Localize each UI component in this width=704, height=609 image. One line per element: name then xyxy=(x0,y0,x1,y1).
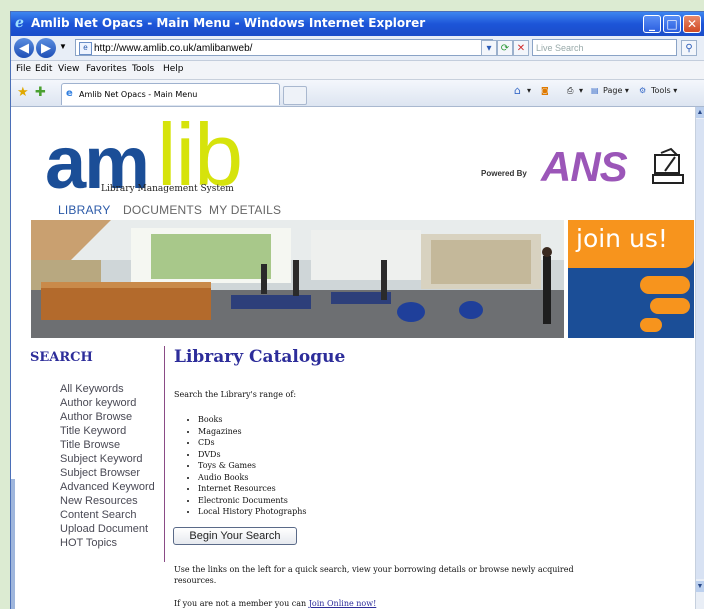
menu-edit[interactable]: Edit xyxy=(35,64,52,74)
scroll-down-arrow-icon[interactable]: ▼ xyxy=(696,581,704,592)
catalogue-heading: Library Catalogue xyxy=(174,347,346,367)
nav-library[interactable]: LIBRARY xyxy=(58,203,111,217)
sidebar-item-title-keyword[interactable]: Title Keyword xyxy=(60,424,155,438)
powered-by: Powered By xyxy=(481,169,527,178)
join-us-panel[interactable]: join us! xyxy=(568,220,694,338)
list-item: Books xyxy=(198,414,307,426)
forward-button[interactable]: ▶ xyxy=(36,38,56,58)
page-icon: e xyxy=(79,42,92,55)
feeds-icon[interactable]: ◙ xyxy=(541,86,549,95)
print-icon[interactable]: ⎙ xyxy=(567,86,573,96)
list-item: Internet Resources xyxy=(198,483,307,495)
tools-menu[interactable]: Tools ▾ xyxy=(651,86,677,95)
library-banner-photo xyxy=(31,220,564,338)
join-us-dot xyxy=(640,318,662,332)
quick-search-note: Use the links on the left for a quick se… xyxy=(174,565,574,585)
tab-main-menu[interactable]: e Amlib Net Opacs - Main Menu xyxy=(61,83,280,105)
address-url: http://www.amlib.co.uk/amlibanweb/ xyxy=(94,43,253,54)
nav-my-details[interactable]: MY DETAILS xyxy=(209,203,281,217)
sidebar-item-subject-keyword[interactable]: Subject Keyword xyxy=(60,452,155,466)
join-online-line: If you are not a member you can Join Onl… xyxy=(174,599,376,608)
ans-logo: ANS xyxy=(541,143,628,190)
resource-list: Books Magazines CDs DVDs Toys & Games Au… xyxy=(187,414,307,518)
sidebar-item-author-browse[interactable]: Author Browse xyxy=(60,410,155,424)
scroll-up-arrow-icon[interactable]: ▲ xyxy=(696,107,704,118)
print-dropdown-icon[interactable]: ▾ xyxy=(579,86,583,95)
sidebar-item-advanced-keyword[interactable]: Advanced Keyword xyxy=(60,480,155,494)
home-dropdown-icon[interactable]: ▾ xyxy=(527,86,531,95)
menu-favorites[interactable]: Favorites xyxy=(86,64,127,74)
page-content: am lib Library Management System Powered… xyxy=(11,107,695,609)
tools-menu-label: Tools xyxy=(651,86,671,95)
page-menu-label: Page xyxy=(603,86,623,95)
list-item: Electronic Documents xyxy=(198,495,307,507)
logo-subtitle: Library Management System xyxy=(101,184,234,194)
menu-help[interactable]: Help xyxy=(163,64,184,74)
join-online-link[interactable]: Join Online now! xyxy=(309,599,377,608)
list-item: Toys & Games xyxy=(198,460,307,472)
close-button[interactable]: ✕ xyxy=(683,15,701,33)
maximize-button[interactable]: □ xyxy=(663,15,681,33)
sidebar-item-content-search[interactable]: Content Search xyxy=(60,508,155,522)
menu-tools[interactable]: Tools xyxy=(132,64,154,74)
address-bar-row: ◀ ▶ ▼ e http://www.amlib.co.uk/amlibanwe… xyxy=(11,36,704,61)
vertical-scrollbar[interactable]: ▲ ▼ xyxy=(695,107,704,609)
begin-search-button[interactable]: Begin Your Search xyxy=(173,527,297,545)
address-input[interactable]: e http://www.amlib.co.uk/amlibanweb/ xyxy=(75,39,493,56)
menu-view[interactable]: View xyxy=(58,64,79,74)
catalogue-intro: Search the Library's range of: xyxy=(174,390,297,399)
refresh-icon[interactable]: ⟳ xyxy=(497,40,513,56)
address-dropdown-icon[interactable]: ▾ xyxy=(481,40,497,56)
page-menu-icon: ▤ xyxy=(591,86,599,95)
list-item: Magazines xyxy=(198,426,307,438)
tab-bar: ★ ✚ e Amlib Net Opacs - Main Menu ⌂ ▾ ◙ … xyxy=(11,80,704,107)
menu-file[interactable]: File xyxy=(16,64,31,74)
scroll-thumb[interactable] xyxy=(696,119,704,579)
join-prefix: If you are not a member you can xyxy=(174,599,307,608)
tab-ie-icon: e xyxy=(66,88,73,99)
sidebar-item-all-keywords[interactable]: All Keywords xyxy=(60,382,155,396)
browser-window: ℯ Amlib Net Opacs - Main Menu - Windows … xyxy=(11,12,704,609)
page-menu[interactable]: Page ▾ xyxy=(603,86,629,95)
new-tab-button[interactable] xyxy=(283,86,307,105)
join-us-dot xyxy=(650,298,690,314)
library-interior-image xyxy=(31,220,564,338)
tab-label: Amlib Net Opacs - Main Menu xyxy=(79,90,198,99)
list-item: DVDs xyxy=(198,449,307,461)
add-favorites-icon[interactable]: ✚ xyxy=(35,85,46,100)
window-title: Amlib Net Opacs - Main Menu - Windows In… xyxy=(31,16,426,30)
search-options-list: All Keywords Author keyword Author Brows… xyxy=(60,382,155,550)
left-edge-scroll xyxy=(11,479,15,609)
sidebar-item-hot-topics[interactable]: HOT Topics xyxy=(60,536,155,550)
history-dropdown-icon[interactable]: ▼ xyxy=(59,42,67,51)
sidebar-item-new-resources[interactable]: New Resources xyxy=(60,494,155,508)
minimize-button[interactable]: _ xyxy=(643,15,661,33)
list-item: Local History Photographs xyxy=(198,506,307,518)
list-item: Audio Books xyxy=(198,472,307,484)
title-bar: ℯ Amlib Net Opacs - Main Menu - Windows … xyxy=(11,12,704,36)
live-search-input[interactable]: Live Search xyxy=(532,39,677,56)
search-heading: SEARCH xyxy=(30,350,93,365)
join-us-text: join us! xyxy=(576,224,668,253)
search-icon[interactable]: ⚲ xyxy=(681,40,697,56)
sidebar-item-author-keyword[interactable]: Author keyword xyxy=(60,396,155,410)
back-button[interactable]: ◀ xyxy=(14,38,34,58)
stop-icon[interactable]: ✕ xyxy=(513,40,529,56)
list-item: CDs xyxy=(198,437,307,449)
join-us-dot xyxy=(640,276,690,294)
home-icon[interactable]: ⌂ xyxy=(514,84,521,97)
ie-icon: ℯ xyxy=(15,15,24,31)
nav-documents[interactable]: DOCUMENTS xyxy=(123,203,202,217)
sidebar-item-upload-document[interactable]: Upload Document xyxy=(60,522,155,536)
tools-gear-icon: ⚙ xyxy=(639,86,647,95)
favorites-star-icon[interactable]: ★ xyxy=(17,85,29,100)
sidebar-item-subject-browser[interactable]: Subject Browser xyxy=(60,466,155,480)
sidebar-item-title-browse[interactable]: Title Browse xyxy=(60,438,155,452)
column-divider xyxy=(164,346,165,562)
computer-sketch-icon xyxy=(652,147,684,184)
menu-bar: File Edit View Favorites Tools Help xyxy=(11,61,704,80)
